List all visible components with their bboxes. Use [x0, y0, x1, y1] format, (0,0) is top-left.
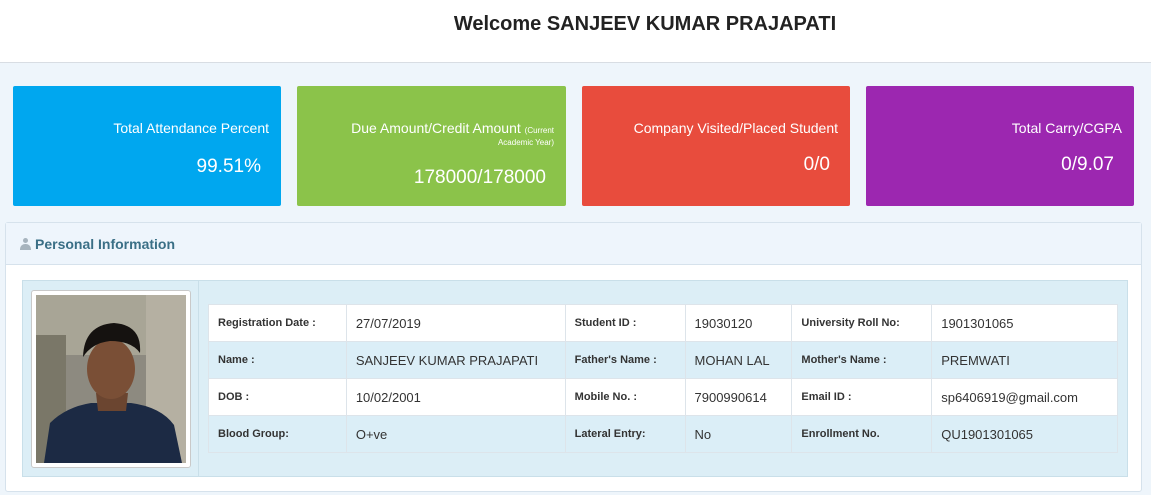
registration-date-label: Registration Date :: [208, 304, 347, 342]
roll-no-value: 1901301065: [931, 304, 1118, 342]
enrollment-no-label: Enrollment No.: [791, 415, 933, 453]
student-id-label: Student ID :: [564, 304, 686, 342]
mother-name-label: Mother's Name :: [791, 341, 933, 379]
email-label: Email ID :: [791, 378, 933, 416]
table-row: DOB : 10/02/2001 Mobile No. : 7900990614…: [208, 378, 1118, 416]
welcome-title: Welcome SANJEEV KUMAR PRAJAPATI: [453, 13, 837, 35]
placement-tile[interactable]: Company Visited/Placed Student 0/0: [582, 86, 850, 206]
attendance-title: Total Attendance Percent: [113, 120, 269, 136]
panel-heading: Personal Information: [6, 223, 1141, 265]
student-photo: [31, 290, 191, 468]
blood-group-value: O+ve: [345, 415, 566, 453]
enrollment-no-value: QU1901301065: [931, 415, 1118, 453]
mobile-label: Mobile No. :: [564, 378, 686, 416]
table-row: Blood Group: O+ve Lateral Entry: No Enro…: [208, 415, 1118, 453]
due-amount-value: 178000/178000: [413, 167, 546, 188]
placement-title: Company Visited/Placed Student: [633, 120, 838, 136]
table-row: Registration Date : 27/07/2019 Student I…: [208, 304, 1118, 342]
lateral-entry-label: Lateral Entry:: [564, 415, 686, 453]
panel-title-text: Personal Information: [35, 236, 176, 252]
email-value: sp6406919@gmail.com: [931, 378, 1118, 416]
student-photo-image: [36, 295, 186, 463]
mobile-value: 7900990614: [684, 378, 793, 416]
registration-date-value: 27/07/2019: [345, 304, 566, 342]
lateral-entry-value: No: [684, 415, 793, 453]
due-amount-tile[interactable]: Due Amount/Credit Amount (Current Academ…: [297, 86, 566, 206]
blood-group-label: Blood Group:: [208, 415, 347, 453]
personal-info-panel: Personal Information Registration Date:…: [5, 222, 1142, 492]
personal-info-table: Registration Date : 27/07/2019 Student I…: [208, 304, 1118, 453]
cgpa-tile[interactable]: Total Carry/CGPA 0/9.07: [866, 86, 1134, 206]
dob-value: 10/02/2001: [345, 378, 566, 416]
placement-value: 0/0: [803, 154, 830, 175]
roll-no-label: University Roll No:: [791, 304, 933, 342]
attendance-tile[interactable]: Total Attendance Percent 99.51%: [13, 86, 281, 206]
due-amount-subtitle: Academic Year): [497, 138, 554, 147]
father-name-value: MOHAN LAL: [684, 341, 793, 379]
cgpa-title: Total Carry/CGPA: [1011, 120, 1122, 136]
attendance-value: 99.51%: [196, 156, 261, 177]
cgpa-value: 0/9.07: [1061, 154, 1114, 175]
student-id-value: 19030120: [684, 304, 793, 342]
user-icon: [20, 238, 31, 250]
name-value: SANJEEV KUMAR PRAJAPATI: [345, 341, 566, 379]
mother-name-value: PREMWATI: [931, 341, 1118, 379]
panel-title: Personal Information: [20, 236, 175, 252]
due-amount-title: Due Amount/Credit Amount (Current: [351, 120, 554, 136]
name-label: Name :: [208, 341, 347, 379]
photo-cell: [23, 281, 199, 476]
info-box: Registration Date : 27/07/2019 Student I…: [22, 280, 1128, 477]
dob-label: DOB :: [208, 378, 347, 416]
top-header: Welcome SANJEEV KUMAR PRAJAPATI: [0, 0, 1151, 63]
father-name-label: Father's Name :: [564, 341, 686, 379]
table-row: Name : SANJEEV KUMAR PRAJAPATI Father's …: [208, 341, 1118, 379]
